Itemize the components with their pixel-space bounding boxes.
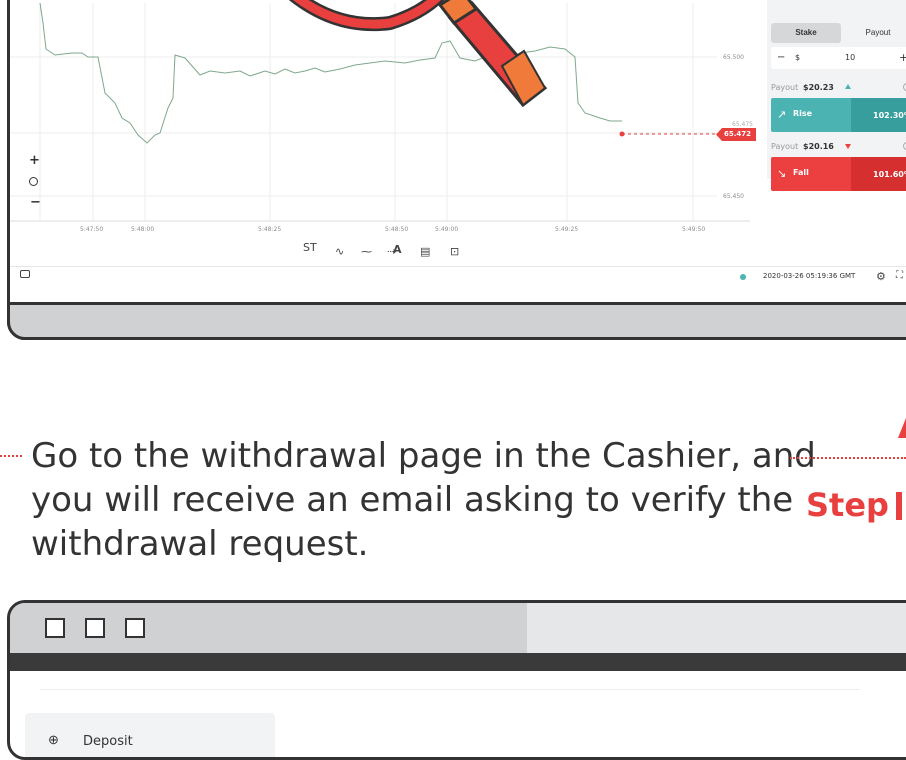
study-tool-icon[interactable]: ST <box>303 241 317 254</box>
rise-payout-value: $20.23 <box>803 83 834 92</box>
trading-screen: 65.500 65.450 65.475 65.472 5:47:50 5:48… <box>7 0 906 340</box>
step-badge-icon <box>898 418 906 438</box>
connector-line-left <box>0 455 22 457</box>
header-bar <box>10 653 906 671</box>
server-time: 2020-03-26 05:19:36 GMT <box>763 272 856 280</box>
chart-type-icon[interactable]: ∿ <box>335 245 344 258</box>
cashier-screen: ⊕ Deposit <box>7 600 906 760</box>
fall-percent: 101.60% <box>873 170 906 179</box>
rise-button[interactable]: ↗ Rise 102.30% <box>771 98 906 132</box>
instruction-line-3: withdrawal request. <box>31 524 369 564</box>
fall-arrow-icon: ↘ <box>777 167 787 180</box>
y-tick-label: 65.500 <box>723 54 744 61</box>
window-button[interactable] <box>125 618 145 638</box>
fall-label: Fall <box>793 168 809 177</box>
y-tick-label-partial: 65.475 <box>732 121 753 128</box>
current-price-badge: 65.472 <box>716 128 757 141</box>
step-label: Step <box>806 486 889 524</box>
window-titlebar-right <box>527 603 906 653</box>
down-arrow-icon <box>845 144 851 149</box>
instruction-line-2: you will receive an email asking to veri… <box>31 480 794 520</box>
x-tick-label: 5:48:50 <box>385 226 409 233</box>
window-button[interactable] <box>85 618 105 638</box>
window-button[interactable] <box>45 618 65 638</box>
tab-payout[interactable]: Payout <box>843 23 906 43</box>
settings-gear-icon[interactable]: ⚙ <box>876 270 886 283</box>
increase-button[interactable]: + <box>899 51 906 64</box>
x-tick-label: 5:48:00 <box>131 226 155 233</box>
sidebar-item-deposit[interactable]: ⊕ Deposit <box>25 713 275 757</box>
connector-line-right <box>790 457 906 459</box>
rise-arrow-icon: ↗ <box>777 108 787 121</box>
x-tick-label: 5:49:25 <box>555 226 579 233</box>
connection-status-icon <box>740 274 746 280</box>
divider <box>40 689 860 690</box>
trade-panel: ⌄ Stake Payout − $ 10 + Payout $20.23 ↗ … <box>767 0 906 191</box>
indicator-icon[interactable]: ⁓ <box>361 245 372 258</box>
fall-payout-value: $20.16 <box>803 142 834 151</box>
fall-payout-label: Payout <box>771 142 799 151</box>
fullscreen-icon[interactable]: ⛶ <box>896 270 903 281</box>
zoom-in-button[interactable]: + <box>29 153 40 168</box>
text-tool-icon[interactable]: A <box>393 243 402 256</box>
device-bezel <box>7 302 906 340</box>
x-tick-label: 5:49:50 <box>682 226 706 233</box>
footer-divider <box>10 266 906 267</box>
magnifier-icon <box>288 0 548 108</box>
tab-stake[interactable]: Stake <box>771 23 841 43</box>
rise-payout-label: Payout <box>771 83 799 92</box>
y-tick-label: 65.450 <box>723 193 744 200</box>
x-tick-label: 5:49:00 <box>435 226 459 233</box>
crosshair-icon[interactable] <box>29 177 38 186</box>
currency-symbol: $ <box>795 53 801 62</box>
fall-button[interactable]: ↘ Fall 101.60% <box>771 157 906 191</box>
rise-label: Rise <box>793 109 813 118</box>
instruction-line-1: Go to the withdrawal page in the Cashier… <box>31 436 816 476</box>
account-icon[interactable] <box>20 270 30 278</box>
x-tick-label: 5:48:25 <box>258 226 282 233</box>
template-icon[interactable]: ▤ <box>420 245 430 258</box>
deposit-icon: ⊕ <box>48 732 59 747</box>
stake-value[interactable]: 10 <box>845 53 855 62</box>
decrease-button[interactable]: − <box>777 52 785 63</box>
up-arrow-icon <box>845 84 851 89</box>
step-number-fragment <box>896 492 902 520</box>
stake-input[interactable]: − $ 10 + <box>771 47 906 69</box>
download-icon[interactable]: ⊡ <box>450 245 459 258</box>
x-tick-label: 5:47:50 <box>80 226 104 233</box>
zoom-out-button[interactable]: − <box>30 195 41 210</box>
rise-percent: 102.30% <box>873 111 906 120</box>
